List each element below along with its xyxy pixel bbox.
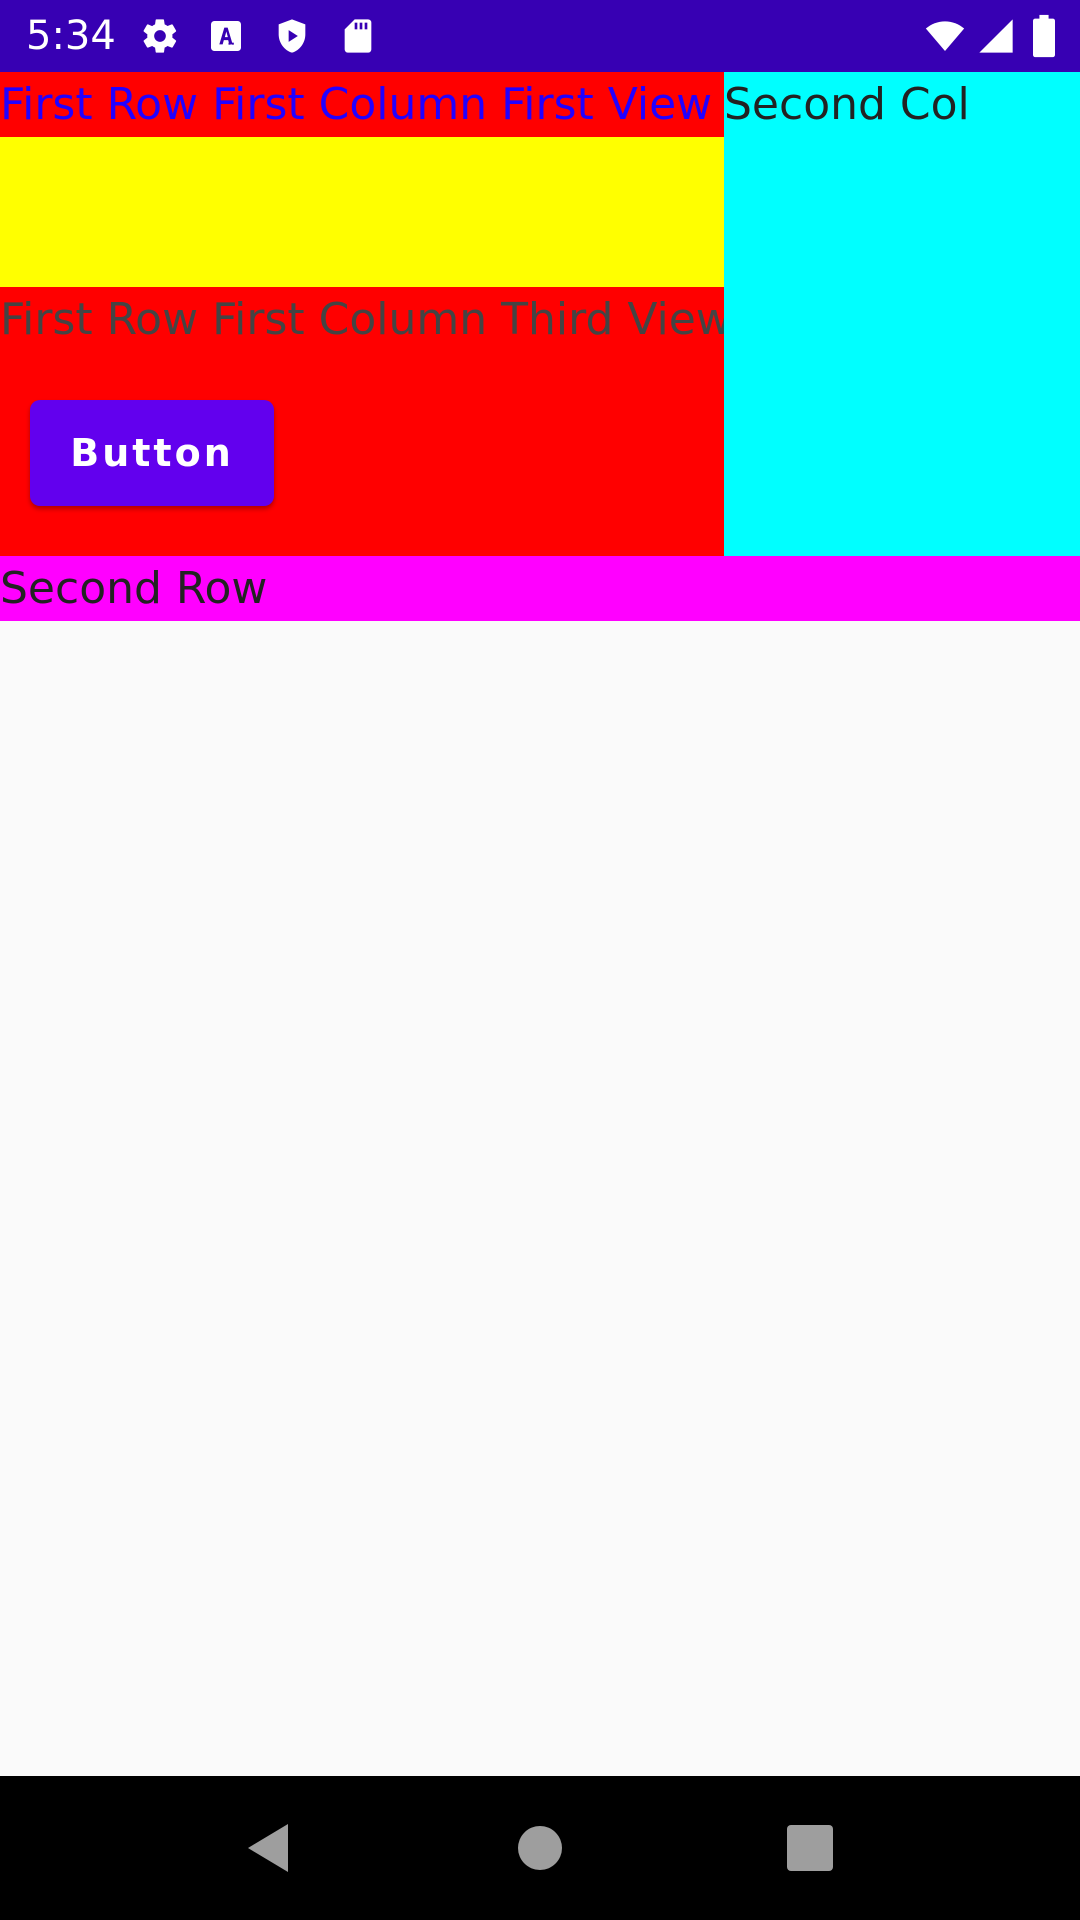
status-bar: 5:34 bbox=[0, 0, 1080, 72]
second-row: Second Row bbox=[0, 556, 1080, 621]
sd-card-icon bbox=[338, 16, 378, 56]
status-time: 5:34 bbox=[26, 13, 116, 59]
gear-icon bbox=[140, 16, 180, 56]
back-icon bbox=[244, 1822, 292, 1874]
navigation-bar bbox=[0, 1776, 1080, 1920]
shield-play-icon bbox=[272, 16, 312, 56]
recents-icon bbox=[787, 1825, 833, 1871]
first-column: First Row First Column First View First … bbox=[0, 72, 724, 556]
home-button[interactable] bbox=[480, 1776, 600, 1920]
wifi-icon bbox=[922, 16, 968, 56]
cell-signal-icon bbox=[976, 16, 1016, 56]
battery-icon bbox=[1030, 14, 1058, 58]
third-view-text: First Row First Column Third View bbox=[0, 294, 724, 345]
button[interactable]: Button bbox=[30, 400, 274, 506]
recents-button[interactable] bbox=[750, 1776, 870, 1920]
first-view-text: First Row First Column First View bbox=[0, 72, 724, 137]
home-icon bbox=[517, 1825, 563, 1871]
second-column: Second Col bbox=[724, 72, 1080, 556]
second-view-block bbox=[0, 137, 724, 287]
back-button[interactable] bbox=[208, 1776, 328, 1920]
first-row: First Row First Column First View First … bbox=[0, 72, 1080, 556]
font-a-icon bbox=[206, 16, 246, 56]
